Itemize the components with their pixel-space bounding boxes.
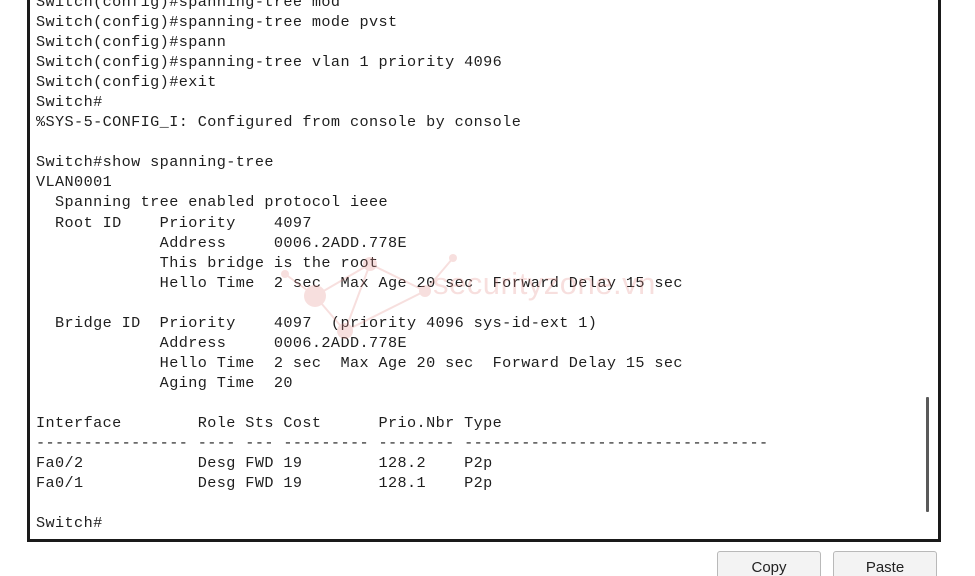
copy-button[interactable]: Copy: [717, 551, 821, 576]
scrollbar-thumb[interactable]: [926, 397, 929, 512]
paste-button[interactable]: Paste: [833, 551, 937, 576]
terminal-output[interactable]: Switch(config)#spanning-tree mod Switch(…: [36, 0, 916, 533]
cli-terminal[interactable]: Switch(config)#spanning-tree mod Switch(…: [27, 0, 941, 542]
window-left-margin: [0, 0, 28, 576]
